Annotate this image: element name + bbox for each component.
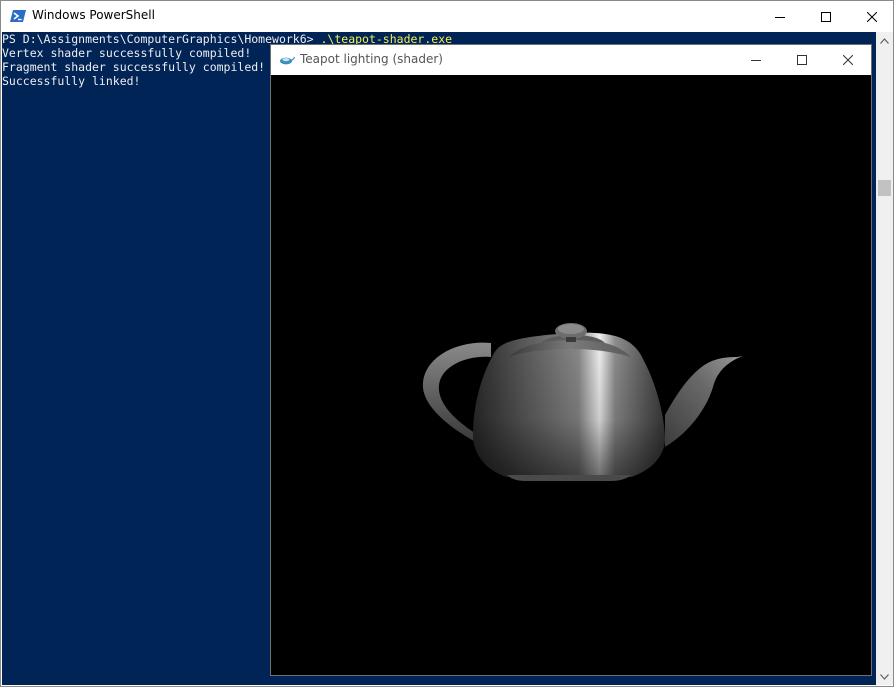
teapot-render — [422, 323, 743, 481]
chevron-up-icon — [880, 37, 889, 44]
teapot-titlebar[interactable]: Teapot lighting (shader) — [271, 45, 871, 75]
teapot-body-shade — [473, 332, 665, 477]
vertical-scrollbar[interactable] — [876, 32, 893, 685]
opengl-app-icon — [280, 56, 295, 65]
powershell-titlebar[interactable]: Windows PowerShell — [1, 1, 893, 32]
maximize-button[interactable] — [779, 45, 825, 75]
close-icon — [843, 55, 853, 65]
window-title: Windows PowerShell — [32, 8, 155, 22]
powershell-icon — [10, 10, 26, 22]
scroll-up-button[interactable] — [876, 32, 893, 49]
teapot-window: Teapot lighting (shader) — [270, 44, 872, 676]
close-button[interactable] — [849, 1, 894, 32]
console-output-line: Vertex shader successfully compiled! — [2, 46, 252, 60]
maximize-button[interactable] — [803, 1, 849, 32]
close-icon — [867, 11, 877, 22]
scroll-thumb[interactable] — [878, 180, 891, 196]
teapot-knob-stem — [566, 337, 576, 342]
teapot-spout — [665, 356, 743, 447]
scroll-down-button[interactable] — [876, 668, 893, 685]
teapot-base — [507, 475, 631, 481]
minimize-icon — [751, 60, 761, 61]
maximize-icon — [797, 55, 807, 65]
console-output-line: Successfully linked! — [2, 74, 141, 88]
opengl-viewport[interactable] — [271, 75, 871, 675]
minimize-button[interactable] — [757, 1, 803, 32]
window-title: Teapot lighting (shader) — [300, 52, 443, 66]
minimize-icon — [775, 16, 785, 18]
console-output-line: Fragment shader successfully compiled! — [2, 60, 266, 74]
close-button[interactable] — [825, 45, 871, 75]
teapot-knob-highlight — [558, 324, 584, 334]
minimize-button[interactable] — [733, 45, 779, 75]
chevron-down-icon — [880, 673, 889, 680]
maximize-icon — [821, 11, 831, 22]
